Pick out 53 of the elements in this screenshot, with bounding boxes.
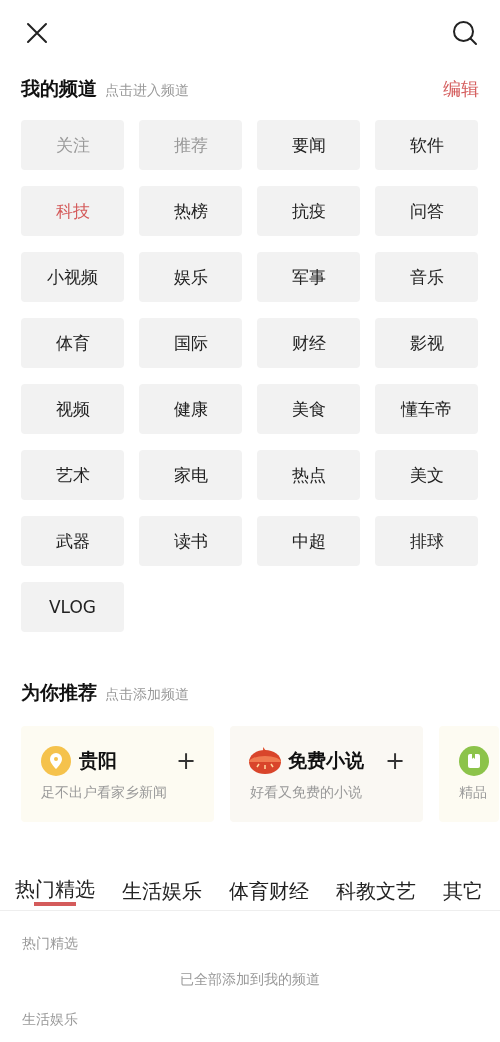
search-button[interactable] bbox=[452, 20, 478, 46]
channel-tile[interactable]: 武器 bbox=[21, 516, 124, 566]
card-subtitle: 足不出户看家乡新闻 bbox=[41, 784, 168, 802]
channel-tile[interactable]: 视频 bbox=[21, 384, 124, 434]
channel-card[interactable]: 免费小说 + 好看又免费的小说 bbox=[230, 726, 423, 822]
empty-message: 已全部添加到我的频道 bbox=[179, 971, 321, 989]
channel-tile[interactable]: 影视 bbox=[375, 318, 478, 368]
category-tab[interactable]: 体育财经 bbox=[229, 872, 309, 910]
channel-tile[interactable]: 家电 bbox=[139, 450, 242, 500]
section-label: 生活娱乐 bbox=[21, 1011, 79, 1029]
channel-tile[interactable]: 懂车帝 bbox=[375, 384, 478, 434]
channel-tile[interactable]: 软件 bbox=[375, 120, 478, 170]
channel-tile[interactable]: 中超 bbox=[257, 516, 360, 566]
edit-button[interactable]: 编辑 bbox=[443, 77, 479, 101]
section-label: 热门精选 bbox=[21, 935, 79, 953]
category-tab[interactable]: 科教文艺 bbox=[336, 872, 416, 910]
channel-tile[interactable]: VLOG bbox=[21, 582, 124, 632]
channel-tile[interactable]: 娱乐 bbox=[139, 252, 242, 302]
channel-tile[interactable]: 小视频 bbox=[21, 252, 124, 302]
channel-tile[interactable]: 美文 bbox=[375, 450, 478, 500]
section-hint: 点击添加频道 bbox=[105, 686, 189, 704]
channel-tile[interactable]: 科技 bbox=[21, 186, 124, 236]
book-icon bbox=[459, 746, 489, 776]
card-title: 免费小说 bbox=[288, 748, 364, 773]
channel-tile[interactable]: 军事 bbox=[257, 252, 360, 302]
channel-tile[interactable]: 体育 bbox=[21, 318, 124, 368]
channel-card[interactable]: 贵阳 + 足不出户看家乡新闻 bbox=[21, 726, 214, 822]
channel-tile[interactable]: 热点 bbox=[257, 450, 360, 500]
bowl-icon bbox=[248, 746, 282, 776]
channel-tile[interactable]: 美食 bbox=[257, 384, 360, 434]
card-subtitle: 好看又免费的小说 bbox=[250, 784, 363, 802]
channel-tile[interactable]: 财经 bbox=[257, 318, 360, 368]
section-title: 为你推荐 bbox=[21, 680, 97, 705]
channel-tile[interactable]: 读书 bbox=[139, 516, 242, 566]
channel-tile[interactable]: 问答 bbox=[375, 186, 478, 236]
section-hint: 点击进入频道 bbox=[105, 82, 189, 100]
channel-tile[interactable]: 艺术 bbox=[21, 450, 124, 500]
channel-tile[interactable]: 音乐 bbox=[375, 252, 478, 302]
channel-tile[interactable]: 要闻 bbox=[257, 120, 360, 170]
category-tab[interactable]: 生活娱乐 bbox=[122, 872, 202, 910]
channel-tile[interactable]: 热榜 bbox=[139, 186, 242, 236]
section-title: 我的频道 bbox=[21, 76, 97, 101]
add-button[interactable]: + bbox=[175, 749, 196, 773]
location-pin-icon bbox=[41, 746, 71, 776]
channel-tile[interactable]: 抗疫 bbox=[257, 186, 360, 236]
card-title: 贵阳 bbox=[79, 748, 117, 773]
add-button[interactable]: + bbox=[384, 749, 405, 773]
category-tab[interactable]: 其它 bbox=[443, 872, 483, 910]
card-subtitle: 精品 bbox=[459, 784, 488, 802]
channel-tile[interactable]: 排球 bbox=[375, 516, 478, 566]
channel-tile[interactable]: 健康 bbox=[139, 384, 242, 434]
channel-tile[interactable]: 国际 bbox=[139, 318, 242, 368]
close-button[interactable] bbox=[24, 20, 50, 46]
